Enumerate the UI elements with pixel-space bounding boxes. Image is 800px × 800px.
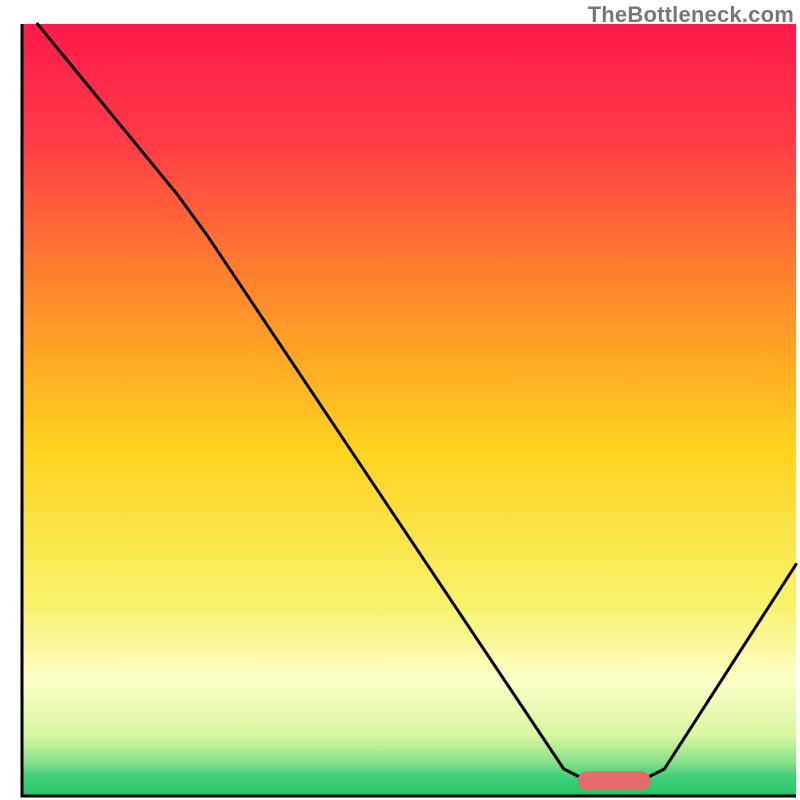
bottleneck-chart <box>0 0 800 800</box>
plot-background <box>22 24 796 796</box>
watermark-text: TheBottleneck.com <box>588 2 794 28</box>
chart-container: TheBottleneck.com <box>0 0 800 800</box>
